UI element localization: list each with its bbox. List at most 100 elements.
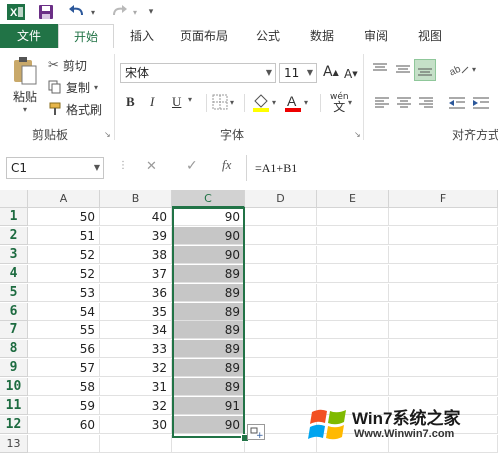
cell-b10[interactable]: 31 (100, 378, 172, 397)
column-header-f[interactable]: F (389, 190, 498, 208)
cell-e7[interactable] (317, 321, 389, 340)
cell-c10[interactable]: 89 (172, 378, 245, 397)
row-header[interactable]: 4 (0, 264, 28, 283)
cell-f10[interactable] (389, 378, 498, 397)
row-header[interactable]: 8 (0, 340, 28, 359)
undo-icon[interactable] (66, 3, 88, 21)
cell-d10[interactable] (245, 378, 317, 397)
row-header[interactable]: 10 (0, 378, 28, 397)
cell-a13[interactable] (28, 434, 100, 453)
underline-button[interactable]: U (172, 94, 181, 110)
align-left-button[interactable] (374, 96, 390, 110)
cell-c2[interactable]: 90 (172, 226, 245, 245)
font-color-button[interactable]: A ▾ (284, 92, 308, 112)
cell-d9[interactable] (245, 359, 317, 378)
grow-font-button[interactable]: A ▲ (323, 63, 339, 81)
row-header[interactable]: 9 (0, 359, 28, 378)
cell-c12[interactable]: 90 (172, 415, 245, 434)
row-header[interactable]: 1 (0, 208, 28, 226)
cell-b1[interactable]: 40 (100, 208, 172, 226)
cell-b6[interactable]: 35 (100, 302, 172, 321)
cell-c13[interactable] (172, 434, 245, 453)
paste-button[interactable]: 粘贴 ▾ (8, 56, 42, 126)
tab-review[interactable]: 审阅 (356, 24, 396, 48)
row-header[interactable]: 13 (0, 434, 28, 453)
cell-d7[interactable] (245, 321, 317, 340)
align-center-button[interactable] (396, 96, 412, 110)
row-header[interactable]: 5 (0, 283, 28, 302)
tab-data[interactable]: 数据 (302, 24, 342, 48)
column-header-b[interactable]: B (100, 190, 172, 208)
cell-e1[interactable] (317, 208, 389, 226)
cell-c6[interactable]: 89 (172, 302, 245, 321)
cell-f2[interactable] (389, 226, 498, 245)
shrink-font-button[interactable]: A ▼ (344, 65, 358, 83)
tab-formulas[interactable]: 公式 (248, 24, 288, 48)
cell-d1[interactable] (245, 208, 317, 226)
fill-color-button[interactable]: ▾ (252, 92, 276, 112)
font-size-combo[interactable]: 11 ▼ (279, 63, 317, 83)
cell-c1[interactable]: 90 (172, 208, 245, 226)
cell-e4[interactable] (317, 264, 389, 283)
cell-f4[interactable] (389, 264, 498, 283)
cancel-formula-icon[interactable]: ✕ (146, 159, 157, 174)
quick-analysis-icon[interactable]: + (247, 424, 265, 441)
name-box[interactable]: C1 ▼ (6, 157, 104, 179)
save-icon[interactable] (36, 3, 56, 21)
cell-d2[interactable] (245, 226, 317, 245)
cell-d3[interactable] (245, 245, 317, 264)
worksheet-grid[interactable]: ABCDEF 1 50 40 90 2 51 39 90 3 52 38 90 4 52 37 89 5 53 36… (0, 190, 498, 453)
customize-qat-icon[interactable]: ▾ (146, 3, 156, 21)
cell-b11[interactable]: 32 (100, 397, 172, 415)
cell-f1[interactable] (389, 208, 498, 226)
align-right-button[interactable] (418, 96, 434, 110)
row-header[interactable]: 7 (0, 321, 28, 340)
cell-e5[interactable] (317, 283, 389, 302)
select-all-corner[interactable] (0, 190, 28, 208)
tab-page-layout[interactable]: 页面布局 (172, 24, 236, 48)
italic-button[interactable]: I (150, 94, 154, 110)
row-header[interactable]: 6 (0, 302, 28, 321)
cell-e2[interactable] (317, 226, 389, 245)
cell-a11[interactable]: 59 (28, 397, 100, 415)
cell-c7[interactable]: 89 (172, 321, 245, 340)
tab-file[interactable]: 文件 (0, 24, 58, 48)
align-bottom-button[interactable] (414, 59, 436, 81)
phonetic-dropdown-icon[interactable]: ▾ (348, 98, 352, 107)
decrease-indent-button[interactable] (448, 96, 466, 110)
increase-indent-button[interactable] (472, 96, 490, 110)
borders-button[interactable]: ▾ (212, 94, 234, 110)
column-header-a[interactable]: A (28, 190, 100, 208)
cell-e6[interactable] (317, 302, 389, 321)
tab-home[interactable]: 开始 (58, 24, 114, 49)
redo-icon[interactable] (108, 3, 130, 21)
cell-c11[interactable]: 91 (172, 397, 245, 415)
column-header-d[interactable]: D (245, 190, 317, 208)
cell-d8[interactable] (245, 340, 317, 359)
cell-a9[interactable]: 57 (28, 359, 100, 378)
copy-button[interactable]: 复制 ▾ (48, 78, 98, 96)
underline-dropdown-icon[interactable]: ▾ (188, 95, 192, 104)
row-header[interactable]: 3 (0, 245, 28, 264)
cell-a8[interactable]: 56 (28, 340, 100, 359)
insert-function-icon[interactable]: fx (222, 157, 231, 173)
cell-e3[interactable] (317, 245, 389, 264)
enter-formula-icon[interactable]: ✓ (186, 158, 198, 174)
cell-b4[interactable]: 37 (100, 264, 172, 283)
column-header-e[interactable]: E (317, 190, 389, 208)
cell-e10[interactable] (317, 378, 389, 397)
cell-f9[interactable] (389, 359, 498, 378)
cell-f7[interactable] (389, 321, 498, 340)
cell-a3[interactable]: 52 (28, 245, 100, 264)
cell-d4[interactable] (245, 264, 317, 283)
row-header[interactable]: 12 (0, 415, 28, 434)
column-header-c[interactable]: C (172, 190, 245, 208)
cell-f6[interactable] (389, 302, 498, 321)
cell-a6[interactable]: 54 (28, 302, 100, 321)
cell-f3[interactable] (389, 245, 498, 264)
cell-b8[interactable]: 33 (100, 340, 172, 359)
cell-f5[interactable] (389, 283, 498, 302)
cell-e9[interactable] (317, 359, 389, 378)
cell-c9[interactable]: 89 (172, 359, 245, 378)
cell-b2[interactable]: 39 (100, 226, 172, 245)
